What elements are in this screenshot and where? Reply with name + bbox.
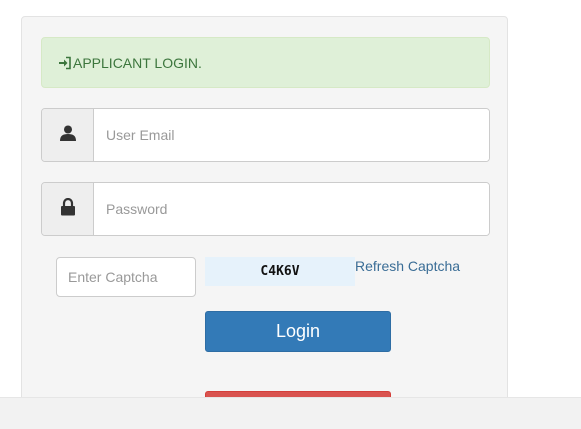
captcha-image: C4K6V <box>205 257 355 286</box>
email-field[interactable] <box>94 109 489 161</box>
password-field[interactable] <box>94 183 489 235</box>
lock-icon <box>60 197 76 221</box>
email-addon <box>42 109 94 161</box>
login-button[interactable]: Login <box>205 311 391 352</box>
bottom-bar <box>0 397 581 429</box>
alert-title: APPLICANT LOGIN. <box>73 54 202 71</box>
applicant-login-alert: APPLICANT LOGIN. <box>41 37 490 88</box>
page: APPLICANT LOGIN. User Email Enter Captch… <box>0 0 581 429</box>
password-addon <box>42 183 94 235</box>
user-icon <box>59 124 77 147</box>
captcha-input[interactable] <box>56 257 196 297</box>
password-input-group <box>41 182 490 236</box>
login-panel: APPLICANT LOGIN. User Email Enter Captch… <box>21 16 508 429</box>
sign-in-icon <box>58 56 72 70</box>
refresh-captcha-link[interactable]: Refresh Captcha <box>355 258 460 274</box>
captcha-code: C4K6V <box>260 264 300 279</box>
email-input-group <box>41 108 490 162</box>
